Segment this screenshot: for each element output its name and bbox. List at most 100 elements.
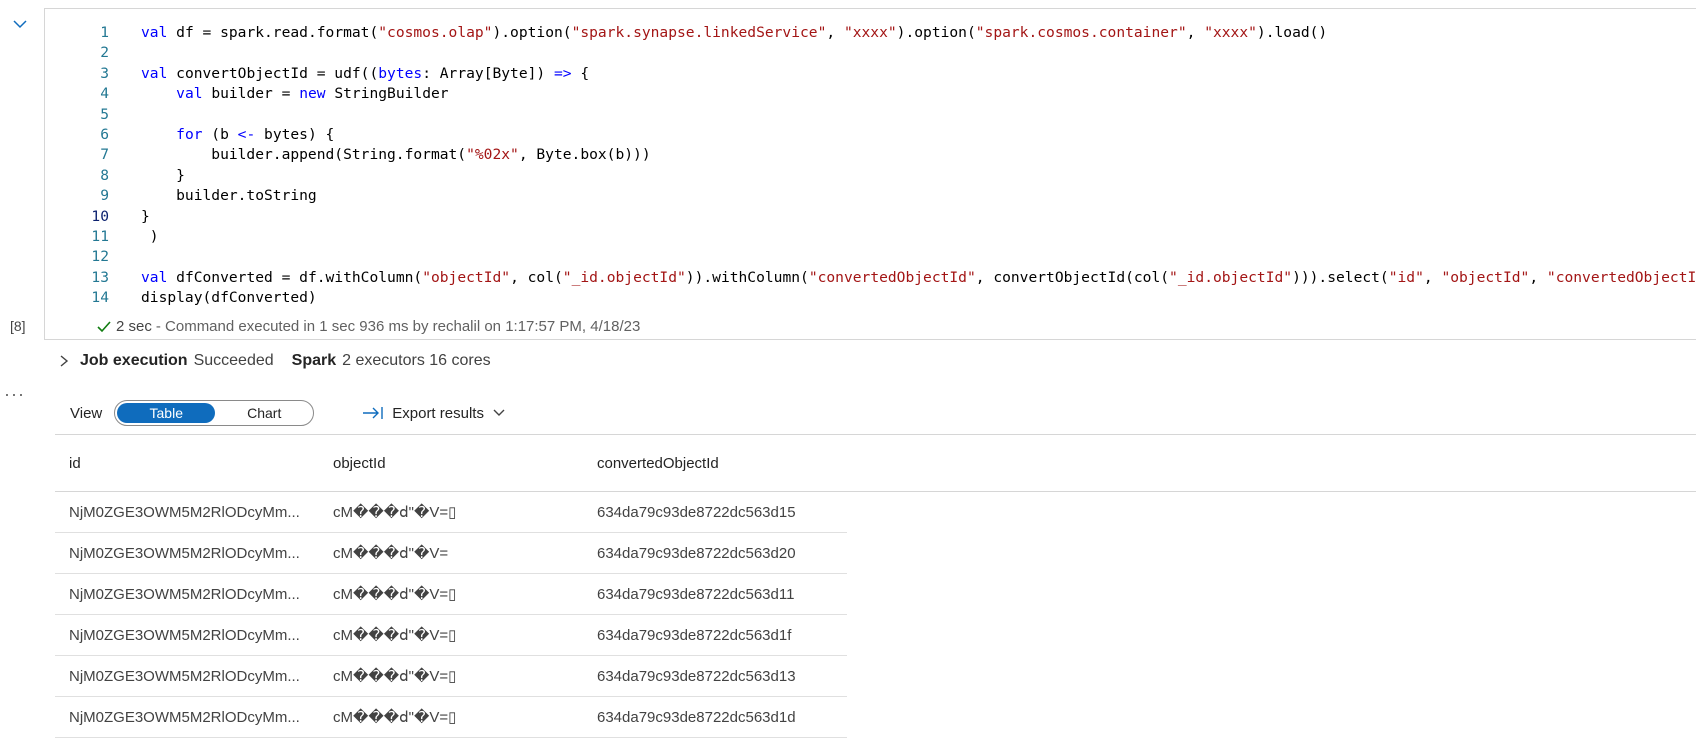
spark-label: Spark [291, 352, 337, 369]
view-table-option[interactable]: Table [117, 403, 216, 423]
code-token: = df.withColumn( [272, 268, 423, 286]
code-token: "objectId" [422, 268, 511, 286]
code-token: ).option( [896, 24, 976, 41]
line-number: 13 [91, 268, 109, 286]
view-toggle: Table Chart [114, 400, 315, 426]
code-token: val [141, 268, 168, 286]
code-text: } [141, 166, 185, 186]
line-number: 9 [100, 187, 109, 205]
cell-convertedobjectid: 634da79c93de8722dc563d20 [597, 544, 796, 562]
cell-objectid: cM���ⅾ"�V=▯ [333, 586, 457, 603]
code-token: ))) [1292, 268, 1319, 286]
code-token: ).option( [492, 24, 572, 41]
job-execution-label: Job execution [80, 352, 188, 369]
cell-id: NjM0ZGE3OWM5M2RlODcyMm... [69, 626, 300, 644]
code-token: "convertedObjectId" [808, 268, 976, 286]
code-token: ).load() [1256, 24, 1328, 41]
cell-id: NjM0ZGE3OWM5M2RlODcyMm... [69, 667, 300, 685]
code-token: , col( [510, 268, 563, 286]
cell-objectid: cM���ⅾ"�V=▯ [333, 504, 457, 521]
code-token: builder.append(String.format( [141, 146, 467, 164]
line-number: 12 [91, 248, 109, 266]
cell-convertedobjectid: 634da79c93de8722dc563d1f [597, 626, 792, 644]
column-header-convertedobjectid[interactable]: convertedObjectId [583, 455, 847, 472]
code-text: val df = spark.read.format("cosmos.olap"… [141, 23, 1327, 43]
cell-objectid: cM���ⅾ"�V=▯ [333, 709, 457, 726]
cell-id: NjM0ZGE3OWM5M2RlODcyMm... [69, 544, 300, 562]
job-execution-row: Job execution Succeeded Spark 2 executor… [58, 352, 491, 370]
code-token: bytes [378, 64, 423, 82]
cell-convertedobjectid: 634da79c93de8722dc563d13 [597, 667, 796, 685]
column-header-objectid[interactable]: objectId [319, 455, 583, 472]
code-text: display(dfConverted) [141, 288, 317, 308]
code-text: } [141, 207, 150, 227]
code-token: , [826, 24, 844, 41]
execution-message: - Command executed in 1 sec 936 ms by re… [155, 318, 641, 335]
code-token: (b [202, 125, 238, 143]
line-number: 10 [91, 207, 109, 225]
cell-convertedobjectid: 634da79c93de8722dc563d1d [597, 708, 796, 726]
line-number: 5 [100, 105, 109, 123]
cell-objectid: cM���ⅾ"�V= [333, 545, 449, 562]
code-token: : Array[Byte]) [422, 64, 554, 82]
code-token: dfConverted [176, 268, 273, 286]
cell-convertedobjectid: 634da79c93de8722dc563d11 [597, 585, 795, 603]
line-number: 4 [100, 85, 109, 103]
table-row[interactable]: NjM0ZGE3OWM5M2RlODcyMm... cM���ⅾ"�V= 634da… [55, 533, 847, 574]
spark-info: 2 executors 16 cores [342, 352, 491, 369]
code-token: val [141, 24, 168, 41]
cell-id: NjM0ZGE3OWM5M2RlODcyMm... [69, 503, 300, 521]
table-body: NjM0ZGE3OWM5M2RlODcyMm... cM���ⅾ"�V=▯ 634d… [55, 492, 1696, 738]
code-token: builder.toString [141, 187, 317, 205]
code-token: "_id.objectId" [1169, 268, 1293, 286]
code-token: .select( [1318, 268, 1389, 286]
code-token: "%02x" [466, 146, 519, 164]
code-token: , [1423, 268, 1442, 286]
code-token: "_id.objectId" [562, 268, 686, 286]
code-token: val [141, 64, 168, 82]
table-row[interactable]: NjM0ZGE3OWM5M2RlODcyMm... cM���ⅾ"�V=▯ 634d… [55, 574, 847, 615]
code-cell-editor[interactable]: 1 val df = spark.read.format("cosmos.olap… [44, 8, 1696, 340]
code-text: builder.append(String.format("%02x", Byt… [141, 145, 651, 165]
code-token: } [141, 166, 185, 184]
line-number: 2 [100, 44, 109, 62]
line-number: 3 [100, 64, 109, 82]
code-token: new [299, 85, 326, 103]
export-results-button[interactable]: Export results [362, 405, 506, 422]
code-token: ) [141, 227, 159, 245]
line-number: 11 [91, 227, 109, 245]
table-row[interactable]: NjM0ZGE3OWM5M2RlODcyMm... cM���ⅾ"�V=▯ 634d… [55, 697, 847, 738]
code-token: df [176, 24, 194, 41]
code-token: , Byte.box(b))) [518, 146, 651, 164]
job-execution-state: Succeeded [193, 352, 274, 369]
line-number: 6 [100, 125, 109, 143]
code-token: "xxxx" [843, 24, 897, 41]
table-header: id objectId convertedObjectId [55, 434, 1696, 492]
chevron-right-icon[interactable] [58, 354, 70, 368]
view-label: View [70, 404, 103, 422]
code-token: builder [211, 85, 273, 103]
cell-id: NjM0ZGE3OWM5M2RlODcyMm... [69, 585, 300, 603]
table-row[interactable]: NjM0ZGE3OWM5M2RlODcyMm... cM���ⅾ"�V=▯ 634d… [55, 656, 847, 697]
line-number: 1 [100, 24, 109, 41]
code-text: builder.toString [141, 186, 317, 206]
code-token: bytes) { [255, 125, 335, 143]
code-token: StringBuilder [325, 85, 449, 103]
cell-objectid: cM���ⅾ"�V=▯ [333, 627, 457, 644]
column-header-id[interactable]: id [55, 455, 319, 472]
table-row[interactable]: NjM0ZGE3OWM5M2RlODcyMm... cM���ⅾ"�V=▯ 634d… [55, 615, 847, 656]
code-token: { [571, 64, 590, 82]
code-token: = [272, 85, 300, 103]
more-options-icon[interactable]: ··· [4, 384, 25, 405]
view-chart-option[interactable]: Chart [215, 403, 313, 423]
collapse-cell-chevron-icon[interactable] [10, 16, 30, 32]
code-token: , convertObjectId(col( [975, 268, 1170, 286]
results-table: id objectId convertedObjectId NjM0ZGE3OW… [55, 434, 1696, 738]
line-number: 7 [100, 146, 109, 164]
code-token: display(dfConverted) [141, 289, 317, 307]
chevron-down-icon [493, 409, 505, 416]
code-text: val builder = new StringBuilder [141, 84, 449, 104]
table-row[interactable]: NjM0ZGE3OWM5M2RlODcyMm... cM���ⅾ"�V=▯ 634d… [55, 492, 847, 533]
execution-count: [8] [10, 318, 26, 334]
